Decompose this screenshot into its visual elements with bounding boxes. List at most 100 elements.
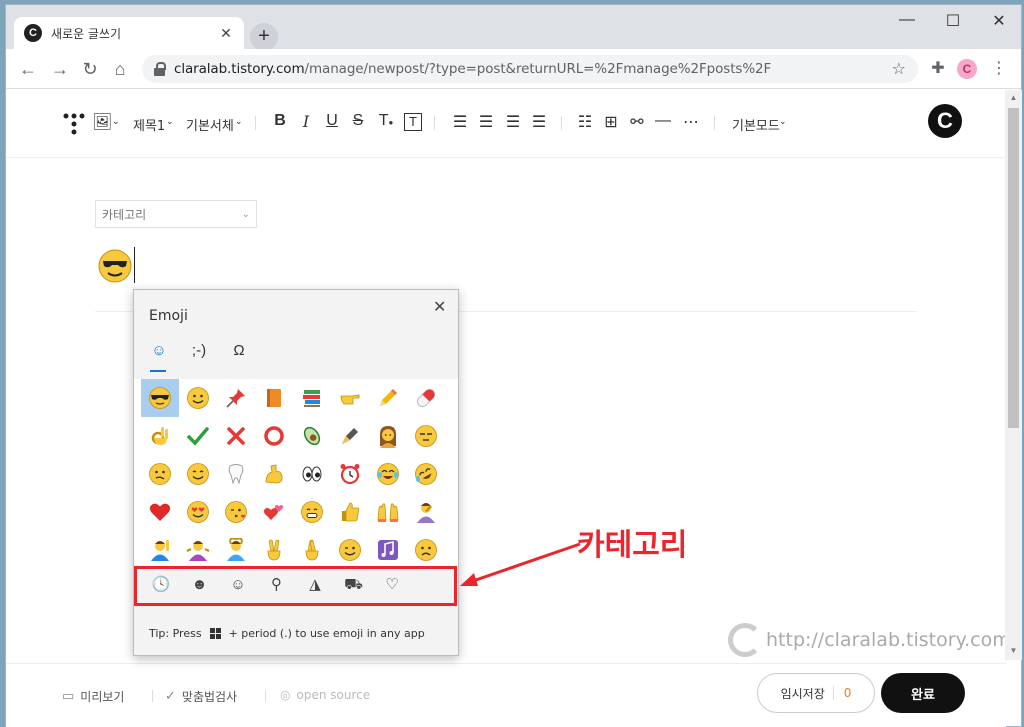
emoji-thumbs-up[interactable] bbox=[331, 493, 369, 531]
emoji-raising-hands[interactable] bbox=[369, 493, 407, 531]
emoji-grinning-face[interactable] bbox=[179, 379, 217, 417]
more-options-icon[interactable]: ⋯ bbox=[681, 112, 701, 132]
emoji-confused-face[interactable] bbox=[141, 455, 179, 493]
spellcheck-label: 맞춤법검사 bbox=[181, 690, 238, 704]
emoji-ok-hand[interactable] bbox=[141, 417, 179, 455]
emoji-books[interactable] bbox=[293, 379, 331, 417]
extensions-puzzle-icon[interactable]: ✚ bbox=[926, 58, 950, 78]
align-right-icon[interactable]: ☰ bbox=[503, 112, 523, 132]
align-center-icon[interactable]: ☰ bbox=[476, 112, 496, 132]
emoji-pushpin[interactable] bbox=[217, 379, 255, 417]
scroll-down-icon[interactable]: ▼ bbox=[1005, 646, 1022, 655]
reload-icon[interactable]: ↻ bbox=[78, 58, 102, 82]
tab-close-icon[interactable]: ✕ bbox=[218, 25, 234, 42]
emoji-avocado[interactable] bbox=[293, 417, 331, 455]
emoji-person-shrugging[interactable] bbox=[179, 531, 217, 569]
text-color-icon[interactable]: T● bbox=[376, 112, 396, 130]
emoji-smiling-face[interactable] bbox=[179, 455, 217, 493]
emoji-person-facepalming[interactable] bbox=[407, 493, 445, 531]
spellcheck-button[interactable]: ✓ 맞춤법검사 bbox=[165, 688, 237, 705]
table-icon[interactable]: ⊞ bbox=[601, 112, 621, 132]
emoji-pencil[interactable] bbox=[369, 379, 407, 417]
emoji-musical-notes[interactable] bbox=[369, 531, 407, 569]
text-background-icon[interactable]: T bbox=[404, 113, 422, 131]
emoji-victory-hand[interactable] bbox=[255, 531, 293, 569]
strikethrough-icon[interactable]: S bbox=[348, 112, 368, 130]
emoji-tears-of-joy[interactable] bbox=[369, 455, 407, 493]
smiley-tab-icon[interactable]: ☺ bbox=[146, 342, 172, 372]
emoji-fountain-pen[interactable] bbox=[331, 417, 369, 455]
emoji-unamused-face[interactable] bbox=[407, 417, 445, 455]
menu-kebab-icon[interactable]: ⋮ bbox=[987, 58, 1011, 78]
emoji-sad-face[interactable] bbox=[407, 531, 445, 569]
emoji-rolling-on-floor-laughing[interactable] bbox=[407, 455, 445, 493]
italic-icon[interactable]: I bbox=[296, 112, 316, 131]
emoji-sunglasses-face[interactable] bbox=[141, 379, 179, 417]
editor-toolbar: 🖼 ⌄ 제목1 기본서체 B I U S T● T ☰ ☰ ☰ ☰ ☷ ⊞ ⚯ … bbox=[6, 90, 1006, 158]
emoji-crossed-fingers[interactable] bbox=[293, 531, 331, 569]
scroll-up-icon[interactable]: ▲ bbox=[1005, 93, 1022, 102]
emoji-alarm-clock[interactable] bbox=[331, 455, 369, 493]
kaomoji-tab-icon[interactable]: ;-) bbox=[186, 342, 212, 368]
emoji-heart-eyes[interactable] bbox=[179, 493, 217, 531]
image-insert-icon[interactable]: 🖼 bbox=[92, 112, 112, 132]
tistory-logo-icon[interactable] bbox=[62, 112, 86, 136]
bookmark-star-icon[interactable]: ☆ bbox=[892, 59, 906, 79]
emoji-person-gesturing-ok[interactable] bbox=[217, 531, 255, 569]
emoji-person-raising-hand[interactable] bbox=[141, 531, 179, 569]
new-tab-button[interactable]: + bbox=[250, 23, 278, 51]
font-dropdown[interactable]: 기본서체 bbox=[186, 115, 234, 134]
bullet-list-icon[interactable]: ☷ bbox=[575, 112, 595, 132]
emoji-flexed-biceps[interactable] bbox=[255, 455, 293, 493]
browser-toolbar: ← → ↻ ⌂ claralab.tistory.com/manage/newp… bbox=[6, 49, 1021, 89]
emoji-cross-mark[interactable] bbox=[217, 417, 255, 455]
forward-arrow-icon[interactable]: → bbox=[48, 58, 72, 82]
blog-brand-logo[interactable]: C bbox=[928, 104, 962, 138]
mode-dropdown[interactable]: 기본모드 bbox=[732, 115, 780, 134]
browser-tab[interactable]: C 새로운 글쓰기 ✕ bbox=[14, 17, 244, 49]
align-left-icon[interactable]: ☰ bbox=[450, 112, 470, 132]
close-icon[interactable]: ✕ bbox=[433, 297, 446, 317]
publish-button[interactable]: 완료 bbox=[881, 673, 965, 713]
emoji-winking-face[interactable] bbox=[331, 531, 369, 569]
profile-avatar[interactable]: C bbox=[957, 59, 977, 79]
emoji-check-mark[interactable] bbox=[179, 417, 217, 455]
symbols-tab-icon[interactable]: Ω bbox=[226, 342, 252, 368]
align-justify-icon[interactable]: ☰ bbox=[529, 112, 549, 132]
emoji-woman[interactable] bbox=[369, 417, 407, 455]
emoji-orange-book[interactable] bbox=[255, 379, 293, 417]
horizontal-rule-icon[interactable]: — bbox=[653, 112, 673, 130]
close-window-button[interactable]: ✕ bbox=[977, 11, 1021, 31]
image-dropdown-caret-icon[interactable]: ⌄ bbox=[112, 117, 120, 127]
address-bar[interactable]: claralab.tistory.com/manage/newpost/?typ… bbox=[142, 55, 918, 83]
heading-caret-icon[interactable]: ⌄ bbox=[166, 117, 174, 127]
emoji-hollow-red-circle[interactable] bbox=[255, 417, 293, 455]
link-icon[interactable]: ⚯ bbox=[627, 112, 647, 132]
home-icon[interactable]: ⌂ bbox=[108, 58, 132, 82]
emoji-eyes[interactable] bbox=[293, 455, 331, 493]
emoji-beaming-face[interactable] bbox=[293, 493, 331, 531]
emoji-two-hearts[interactable] bbox=[255, 493, 293, 531]
emoji-panel-title: Emoji bbox=[149, 308, 188, 324]
emoji-face-blowing-kiss[interactable] bbox=[217, 493, 255, 531]
save-draft-button[interactable]: 임시저장 0 bbox=[757, 673, 875, 713]
emoji-tooth[interactable] bbox=[217, 455, 255, 493]
minimize-button[interactable]: — bbox=[885, 11, 929, 29]
emoji-pill[interactable] bbox=[407, 379, 445, 417]
windows-key-icon bbox=[209, 628, 221, 639]
page-scrollbar[interactable]: ▲ ▼ bbox=[1005, 90, 1022, 660]
font-caret-icon[interactable]: ⌄ bbox=[235, 117, 243, 127]
title-sunglasses-emoji bbox=[98, 249, 132, 288]
maximize-button[interactable]: ☐ bbox=[931, 11, 975, 31]
scroll-thumb[interactable] bbox=[1008, 108, 1019, 428]
underline-icon[interactable]: U bbox=[322, 112, 342, 130]
category-select[interactable]: 카테고리 ⌄ bbox=[95, 200, 257, 228]
open-source-link[interactable]: ◎ open source bbox=[280, 688, 370, 702]
bold-icon[interactable]: B bbox=[270, 112, 290, 130]
back-arrow-icon[interactable]: ← bbox=[16, 58, 40, 82]
mode-caret-icon[interactable]: ⌄ bbox=[779, 117, 787, 127]
emoji-red-heart[interactable] bbox=[141, 493, 179, 531]
heading-dropdown[interactable]: 제목1 bbox=[133, 115, 165, 134]
preview-button[interactable]: ▭ 미리보기 bbox=[62, 688, 124, 705]
emoji-backhand-index-pointing[interactable] bbox=[331, 379, 369, 417]
